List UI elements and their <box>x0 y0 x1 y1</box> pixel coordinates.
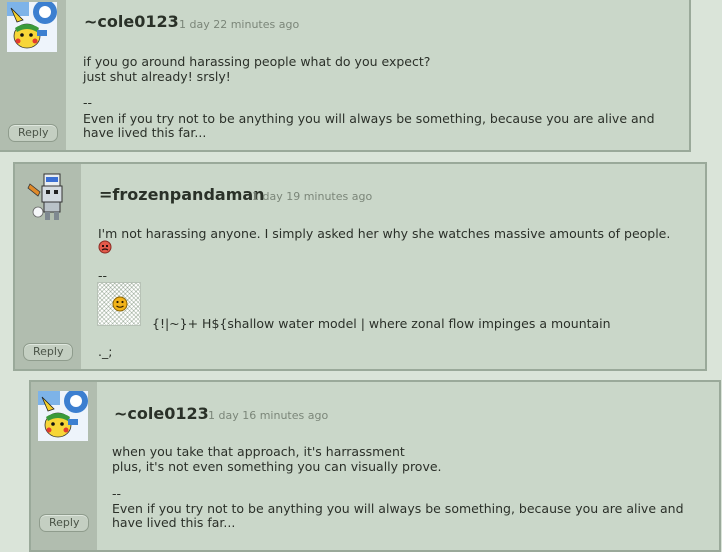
comment-username[interactable]: ~cole0123 <box>84 12 179 31</box>
comment-timestamp[interactable]: 1 day 16 minutes ago <box>208 409 328 422</box>
comment-text-line: just shut already! srsly! <box>83 69 231 84</box>
smiley-face-icon <box>97 282 141 326</box>
comment-timestamp[interactable]: 1 day 22 minutes ago <box>179 18 299 31</box>
pikachu-avatar-icon[interactable] <box>7 2 57 52</box>
signature-text-line: have lived this far... <box>83 125 207 140</box>
pixel-robot-avatar-icon[interactable] <box>26 172 76 222</box>
reply-button[interactable]: Reply <box>39 514 90 532</box>
comment-timestamp[interactable]: 1 day 19 minutes ago <box>252 190 372 203</box>
comment-text-line: I'm not harassing anyone. I simply asked… <box>98 226 671 241</box>
comment-1: Reply ~cole0123 1 day 22 minutes ago if … <box>0 0 691 152</box>
signature-divider: -- <box>98 268 108 283</box>
comment-3: Reply ~cole0123 1 day 16 minutes ago whe… <box>29 380 721 552</box>
reply-button[interactable]: Reply <box>23 343 74 361</box>
signature-text-line: Even if you try not to be anything you w… <box>83 111 655 126</box>
signature-divider: -- <box>83 95 93 110</box>
pikachu-avatar-icon[interactable] <box>38 391 88 441</box>
comment-text-line: if you go around harassing people what d… <box>83 54 431 69</box>
comment-text-line: when you take that approach, it's harras… <box>112 444 405 459</box>
signature-text-line: ._; <box>98 344 113 359</box>
comment-2: Reply =frozenpandaman 1 day 19 minutes a… <box>13 162 707 371</box>
signature-text-line: Even if you try not to be anything you w… <box>112 501 684 516</box>
comment-username[interactable]: =frozenpandaman <box>99 185 265 204</box>
reply-button[interactable]: Reply <box>8 124 59 142</box>
comment-username[interactable]: ~cole0123 <box>114 404 209 423</box>
signature-text-line: {!|~}+ H${shallow water model | where zo… <box>152 316 611 331</box>
angry-face-icon <box>98 240 112 254</box>
signature-divider: -- <box>112 486 122 501</box>
signature-text-line: have lived this far... <box>112 515 236 530</box>
comment-text-line: plus, it's not even something you can vi… <box>112 459 442 474</box>
